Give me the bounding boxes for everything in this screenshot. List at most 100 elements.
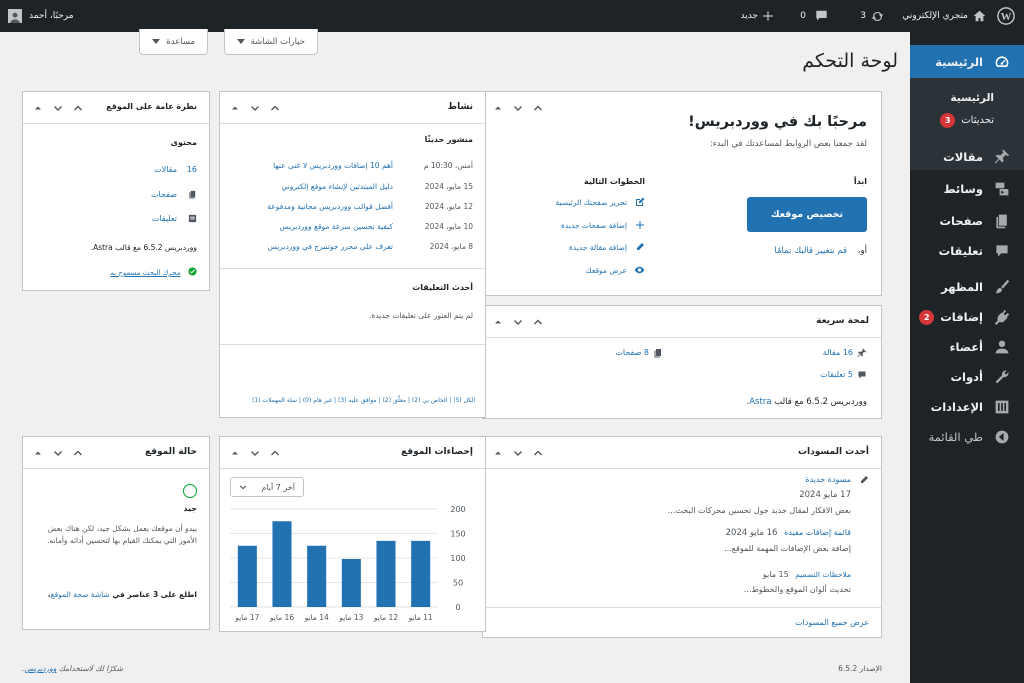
panel-title: أحدث المسودات [798,447,869,457]
sidebar-item-comments[interactable]: تعليقات [910,236,1024,266]
site-health-link[interactable]: شاشة صحة الموقع [51,590,110,599]
draft-title-link[interactable]: ملاحظات التصميم [795,570,851,579]
divider [220,268,485,269]
draft-date: 15 مايو [762,570,789,579]
chevron-up-icon[interactable] [533,448,543,458]
glance-posts-link[interactable]: 16 مقالة [823,348,853,357]
sidebar-item-media[interactable]: وسائط [910,174,1024,204]
sidebar-item-settings[interactable]: الإعدادات [910,392,1024,422]
y-tick-label: 100 [450,554,465,563]
comments-heading: أحدث التعليقات [412,283,473,292]
chevron-down-icon[interactable] [250,103,260,113]
caret-toggle-icon[interactable] [230,448,240,458]
chevron-down-icon[interactable] [513,317,523,327]
sidebar-item-dashboard[interactable]: الرئيسية [910,45,1024,78]
activity-date: 15 مايو، 2024 [424,182,473,191]
site-name-link[interactable]: متجري الإلكتروني [902,0,986,32]
sidebar-item-posts[interactable]: مقالات [910,142,1024,172]
sidebar-item-plugins[interactable]: إضافات 2 [910,302,1024,332]
chevron-down-icon[interactable] [513,448,523,458]
activity-post-link[interactable]: تعرف على محرر جوتنبرج في ووردبريس [268,242,393,251]
search-engines-link[interactable]: محرك البحث مسموح به [110,269,180,277]
activity-post-link[interactable]: دليل المبتدئين لإنشاء موقع إلكتروني [281,182,393,191]
activity-post-link[interactable]: كيفية تحسين سرعة موقع ووردبريس [279,222,393,231]
activity-post-link[interactable]: أهم 10 إضافات ووردبريس لا غنى عنها [273,161,393,170]
footer-wordpress-link[interactable]: ووردبريس [24,664,56,673]
panel-title: إحصاءات الموقع [401,447,473,457]
glance-pages-link[interactable]: 8 صفحات [615,348,649,357]
caret-toggle-icon[interactable] [33,448,43,458]
activity-date: 8 مايو، 2024 [429,242,473,251]
submenu-updates[interactable]: تحديثات 3 [940,113,994,128]
caret-toggle-icon[interactable] [493,448,503,458]
pencil-icon [859,475,869,485]
wordpress-logo-icon[interactable]: W [994,0,1018,32]
latest-drafts-panel: أحدث المسودات مسودة جديدة 17 مايو 2024 ب… [482,436,882,638]
chevron-down-icon[interactable] [513,103,523,113]
theme-link[interactable]: Astra [749,397,771,407]
glance-comments-link[interactable]: 5 تعليقات [820,370,853,379]
overview-posts-count[interactable]: 16 [187,165,197,174]
comment-filters[interactable]: الكل (5) | الخاص بي (2) | معلّق (2) | مو… [252,397,475,404]
overview-comments-link[interactable]: تعليقات [152,214,177,223]
screen-options-tab[interactable]: خيارات الشاشة [223,29,318,55]
chevron-down-icon[interactable] [53,103,63,113]
draft-title-link[interactable]: مسودة جديدة [805,475,851,484]
avatar [8,9,22,23]
change-theme-link[interactable]: قم بتغيير قالبك تمامًا [774,246,847,256]
draft-row: ملاحظات التصميم 15 مايو [763,570,851,579]
health-status-ring-icon [183,484,197,498]
collapse-menu-button[interactable]: طي القائمة [910,422,1024,452]
pages-icon [187,190,197,200]
caret-toggle-icon[interactable] [493,317,503,327]
customize-site-button[interactable]: تخصيص موقعك [747,197,867,232]
plus-icon [635,220,645,230]
chevron-down-icon[interactable] [53,448,63,458]
collapse-arrow-icon [992,427,1012,447]
y-tick-label: 50 [453,579,463,588]
plus-icon [762,10,774,22]
sidebar-item-tools[interactable]: أدوات [910,362,1024,392]
panel-header: أحدث المسودات [483,437,881,469]
sidebar-item-pages[interactable]: صفحات [910,206,1024,236]
activity-post-link[interactable]: أفضل قوالب ووردبريس مجانية ومدفوعة [267,202,393,211]
chevron-up-icon[interactable] [533,317,543,327]
help-tab[interactable]: مساعدة [139,29,208,55]
sidebar-item-appearance[interactable]: المظهر [910,272,1024,302]
new-content-link[interactable]: جديد [740,0,774,32]
chart-bar [341,558,361,607]
admin-bar: W متجري الإلكتروني 3 0 جديد مرحبًا، أحمد [0,0,1024,32]
comments-link[interactable]: 0 [800,0,828,32]
caret-toggle-icon[interactable] [230,103,240,113]
chevron-up-icon[interactable] [533,103,543,113]
page-title: لوحة التحكم [802,50,898,72]
overview-posts-link[interactable]: مقالات [154,165,177,174]
sidebar-item-users[interactable]: أعضاء [910,332,1024,362]
content-heading: محتوى [170,138,197,147]
caret-down-icon [152,39,161,44]
updates-link[interactable]: 3 [860,0,884,32]
caret-toggle-icon[interactable] [33,103,43,113]
recent-heading: منشور حديثًا [424,135,473,144]
y-tick-label: 200 [450,505,465,514]
overview-pages-link[interactable]: صفحات [151,190,177,199]
x-tick-label: 14 مايو [304,613,329,622]
caret-toggle-icon[interactable] [493,103,503,113]
chevron-up-icon[interactable] [73,103,83,113]
submenu-home[interactable]: الرئيسية [950,92,994,104]
divider [483,607,881,608]
my-account-link[interactable]: مرحبًا، أحمد [8,0,74,32]
footer-version: الإصدار 6.5.2 [838,664,882,673]
chevron-up-icon[interactable] [270,448,280,458]
draft-title-link[interactable]: قائمة إضافات مفيدة [784,528,851,537]
health-status-text: جيد [183,504,197,513]
range-select[interactable]: آخر 7 أيام [230,477,304,497]
view-all-drafts-link[interactable]: عرض جميع المسودات [795,618,869,627]
panel-title: حالة الموقع [144,447,197,457]
panel-header: نظرة عامة على الموقع [23,92,209,124]
chevron-up-icon[interactable] [73,448,83,458]
sidebar-item-label: الإعدادات [930,400,983,414]
chevron-up-icon[interactable] [270,103,280,113]
at-a-glance-panel: لمحة سريعة 16 مقالة 8 صفحات 5 تعليقات وو… [482,305,882,419]
chevron-down-icon[interactable] [250,448,260,458]
